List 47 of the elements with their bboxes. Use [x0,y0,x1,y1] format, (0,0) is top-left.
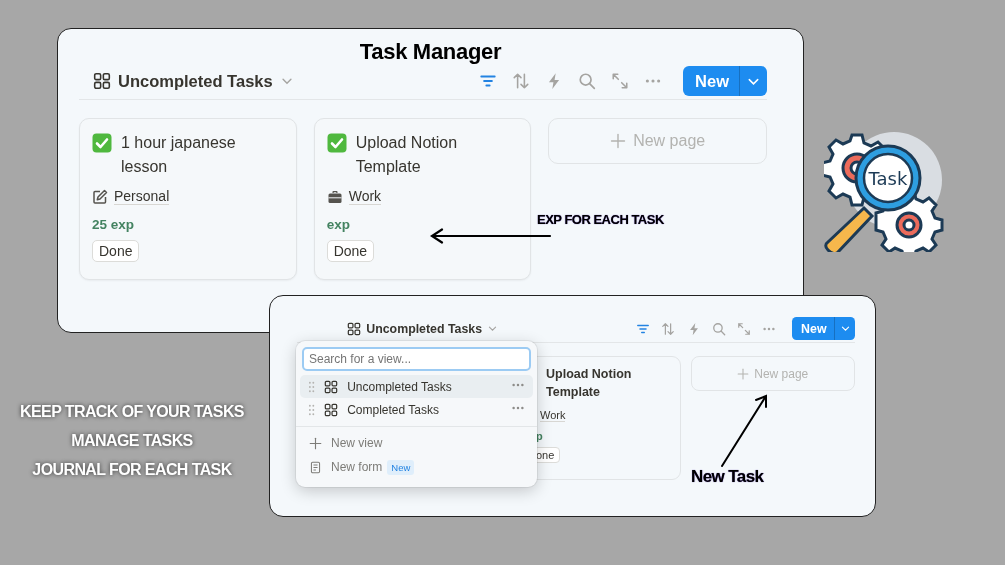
search-icon[interactable] [711,321,726,336]
plus-icon [610,133,627,149]
category-label: Personal [114,188,170,205]
task-card[interactable]: 1 hour japanese lesson Personal 25 exp Done [79,118,297,280]
sort-icon[interactable] [512,72,531,90]
view-item[interactable]: Uncompleted Tasks [300,375,533,398]
view-selector[interactable]: Uncompleted Tasks [93,71,294,91]
expand-icon[interactable] [611,72,630,90]
plus-icon [737,367,750,380]
drag-handle-icon[interactable] [308,380,316,393]
annotation-text: New Task [691,467,764,487]
task-title: Upload Notion Template [355,133,459,177]
search-icon[interactable] [578,72,597,90]
grid-icon [347,321,361,336]
status-tag: Done [326,240,375,262]
edit-note-icon [92,188,108,205]
status-tag: Done [92,240,140,262]
category-label: Work [540,409,566,422]
exp-value: p [536,430,544,442]
page-title: Task Manager [359,39,502,64]
task-title: 1 hour japanese lesson [121,133,237,177]
form-icon [309,460,322,474]
drag-handle-icon[interactable] [308,403,316,416]
search-field[interactable]: Search for a view... [302,347,531,371]
feature-text: MANAGE TASKS [71,432,193,450]
task-gear-magnifier-logo: Task [824,130,946,252]
exp-value: 25 exp [92,217,135,232]
feature-text: JOURNAL FOR EACH TASK [32,461,232,479]
plus-icon [309,436,322,450]
task-card[interactable]: Upload Notion Template Work exp Done [313,118,532,280]
grid-icon [324,402,339,417]
feature-text: KEEP TRACK OF YOUR TASKS [20,403,244,421]
briefcase-icon [326,188,343,205]
view-selector[interactable]: Uncompleted Tasks [347,321,499,336]
exp-value: exp [326,217,350,232]
chevron-down-icon [487,323,499,334]
chevron-down-icon [839,323,851,334]
checked-box-icon[interactable] [326,133,347,153]
checked-box-icon[interactable] [92,133,112,153]
expand-icon[interactable] [737,321,752,336]
sort-icon[interactable] [661,321,676,336]
grid-icon [93,72,111,90]
grid-icon [324,379,339,394]
annotation-text: EXP FOR EACH TASK [537,212,664,227]
task-title: Upload Notion Template [546,366,633,401]
category-label: Work [348,188,382,205]
new-badge: New [387,459,415,475]
